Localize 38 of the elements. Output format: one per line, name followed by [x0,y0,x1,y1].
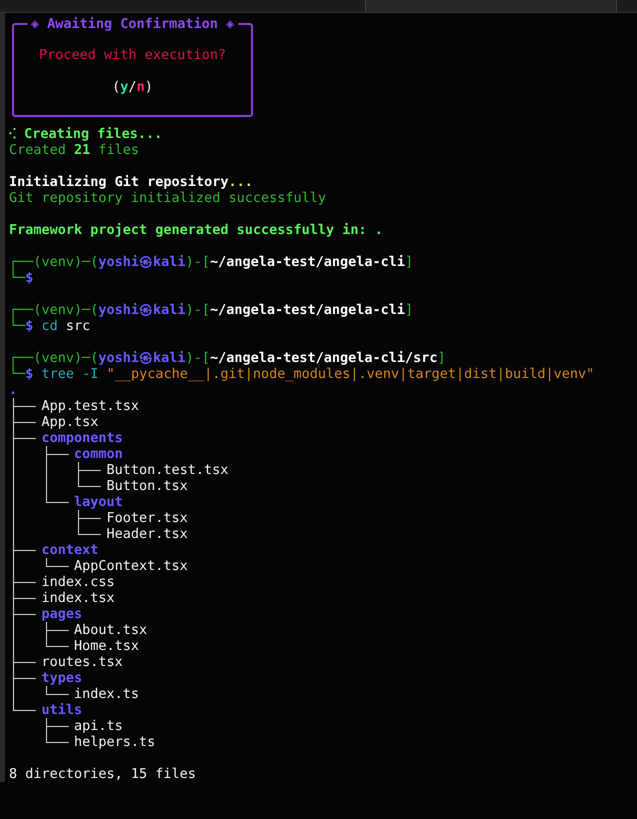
terminal-line: Framework project generated successfully in: . [9,222,384,238]
tree-file: index.tsx [42,590,115,606]
tree-folder: components [42,430,123,446]
prompt-line: └─$ [9,270,34,286]
prompt-line: ┌──(venv)─(yoshi㉿kali)-[~/angela-test/angela-cli] [9,254,414,270]
tree-summary: 8 directories, 15 files [9,766,196,782]
tree-file: App.tsx [42,414,98,430]
tree-root: . [9,382,18,398]
tree-file: routes.tsx [42,654,123,670]
prompt-line: └─$ tree -I "__pycache__|.git|node_modules|.venv|target|dist|build|venv" [9,366,596,382]
tree-file: api.ts [74,718,123,734]
prompt-line: ┌──(venv)─(yoshi㉿kali)-[~/angela-test/angela-cli/src] [9,350,447,366]
tree-folder: utils [42,702,82,718]
tree-file: AppContext.tsx [74,558,188,574]
tree-file: Button.tsx [106,478,188,494]
tree-file: App.test.tsx [42,398,140,414]
terminal-line: Created 21 files [9,142,140,158]
terminal-line: Initializing Git repository... [9,174,254,190]
tree-file: index.css [42,574,115,590]
confirmation-question: Proceed with execution? [39,47,226,63]
terminal-line: Git repository initialized successfully [9,190,327,206]
tree-folder: context [42,542,98,558]
prompt-line: ┌──(venv)─(yoshi㉿kali)-[~/angela-test/angela-cli] [9,302,414,318]
tree-file: helpers.ts [74,734,156,750]
tree-file: Footer.tsx [106,510,188,526]
terminal-line: ⁖ Creating files... [9,126,164,142]
tree-file: Header.tsx [106,526,188,542]
tree-folder: layout [74,494,123,510]
tree-folder: pages [42,606,82,622]
tree-folder: common [74,446,123,462]
tree-file: Home.tsx [74,638,140,654]
box-title: ◈ Awaiting Confirmation ◈ [26,16,238,32]
tree-file: About.tsx [74,622,148,638]
tree-file: index.ts [74,686,140,702]
confirmation-choice: (y/n) [112,79,153,95]
prompt-line: └─$ cd src [9,318,90,334]
tree-folder: types [42,670,82,686]
tree-file: Button.test.tsx [106,462,228,478]
